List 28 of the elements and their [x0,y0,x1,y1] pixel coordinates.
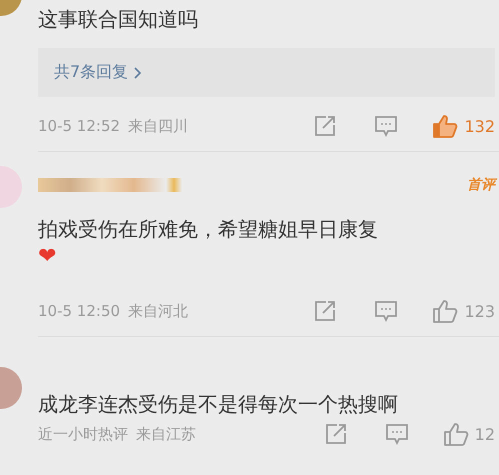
share-icon [324,423,347,445]
comment-location: 来自江苏 [136,424,196,444]
comment-time: 10-5 12:52 [38,117,120,135]
comment-icon [374,115,398,137]
comment-text: 成龙李连杰受伤是不是得每次一个热搜啊 [38,391,399,418]
share-button[interactable] [314,300,336,322]
like-button[interactable]: 12 [442,422,495,446]
comment-text: 拍戏受伤在所难免，希望糖姐早日康复 [38,216,379,243]
comment-button[interactable] [374,115,398,137]
comment-location: 来自四川 [128,116,188,136]
share-button[interactable] [324,423,347,445]
share-icon [314,115,336,137]
comment-time: 近一小时热评 [38,424,128,444]
chevron-right-icon [134,66,142,78]
comment-button[interactable] [384,423,409,445]
comment-time: 10-5 12:50 [38,302,120,320]
comment-location: 来自河北 [128,302,188,320]
comment-icon [374,300,398,322]
like-button[interactable]: 123 [432,299,495,323]
heart-emoji: ❤ [38,244,56,270]
like-button[interactable]: 132 [432,114,495,138]
first-comment-label: 首评 [467,176,495,194]
comment-icon [384,423,409,445]
share-icon [314,300,336,322]
comment-button[interactable] [374,300,398,322]
comment-text: 这事联合国知道吗 [38,6,199,33]
replies-link[interactable]: 共7条回复 [54,62,128,83]
share-button[interactable] [314,115,336,137]
